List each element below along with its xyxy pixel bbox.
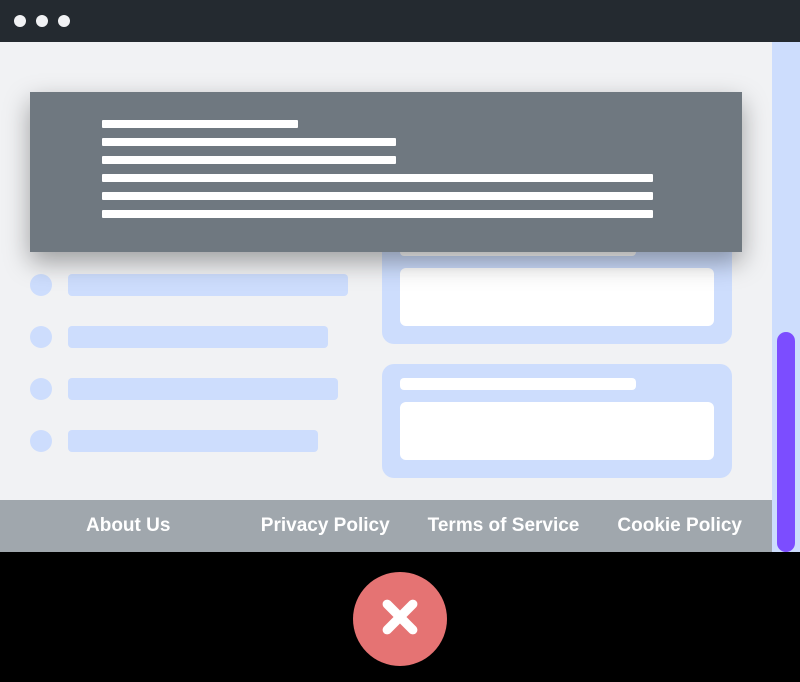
hero-overlay-panel xyxy=(30,92,742,252)
hero-text-line xyxy=(102,138,396,146)
hero-text-line xyxy=(102,156,396,164)
skeleton-bullet xyxy=(30,326,52,348)
window-control-dot[interactable] xyxy=(14,15,26,27)
hero-text-line xyxy=(102,120,298,128)
skeleton-bullet xyxy=(30,430,52,452)
error-badge xyxy=(353,572,447,666)
skeleton-bar xyxy=(68,430,318,452)
footer-link-privacy[interactable]: Privacy Policy xyxy=(261,515,390,537)
skeleton-list xyxy=(30,222,360,482)
footer-link-about[interactable]: About Us xyxy=(86,515,170,537)
footer-link-cookie[interactable]: Cookie Policy xyxy=(617,515,742,537)
page-content: About Us Privacy Policy Terms of Service… xyxy=(0,42,772,552)
skeleton-card-body xyxy=(400,402,714,460)
site-footer: About Us Privacy Policy Terms of Service… xyxy=(0,500,772,552)
hero-text-line xyxy=(102,174,653,182)
list-item xyxy=(30,326,360,348)
scrollbar-track[interactable] xyxy=(772,42,800,552)
skeleton-card-body xyxy=(400,268,714,326)
skeleton-bullet xyxy=(30,274,52,296)
window-control-dot[interactable] xyxy=(36,15,48,27)
list-item xyxy=(30,378,360,400)
skeleton-bar xyxy=(68,274,348,296)
browser-window: About Us Privacy Policy Terms of Service… xyxy=(0,0,800,552)
skeleton-card xyxy=(382,364,732,478)
scrollbar-thumb[interactable] xyxy=(777,332,795,552)
window-control-dot[interactable] xyxy=(58,15,70,27)
skeleton-bar xyxy=(68,378,338,400)
skeleton-card-title xyxy=(400,378,636,390)
window-titlebar xyxy=(0,0,800,42)
list-item xyxy=(30,430,360,452)
skeleton-bullet xyxy=(30,378,52,400)
hero-text-line xyxy=(102,210,653,218)
cross-icon xyxy=(378,595,422,644)
hero-text-line xyxy=(102,192,653,200)
skeleton-bar xyxy=(68,326,328,348)
list-item xyxy=(30,274,360,296)
footer-link-terms[interactable]: Terms of Service xyxy=(428,515,580,537)
